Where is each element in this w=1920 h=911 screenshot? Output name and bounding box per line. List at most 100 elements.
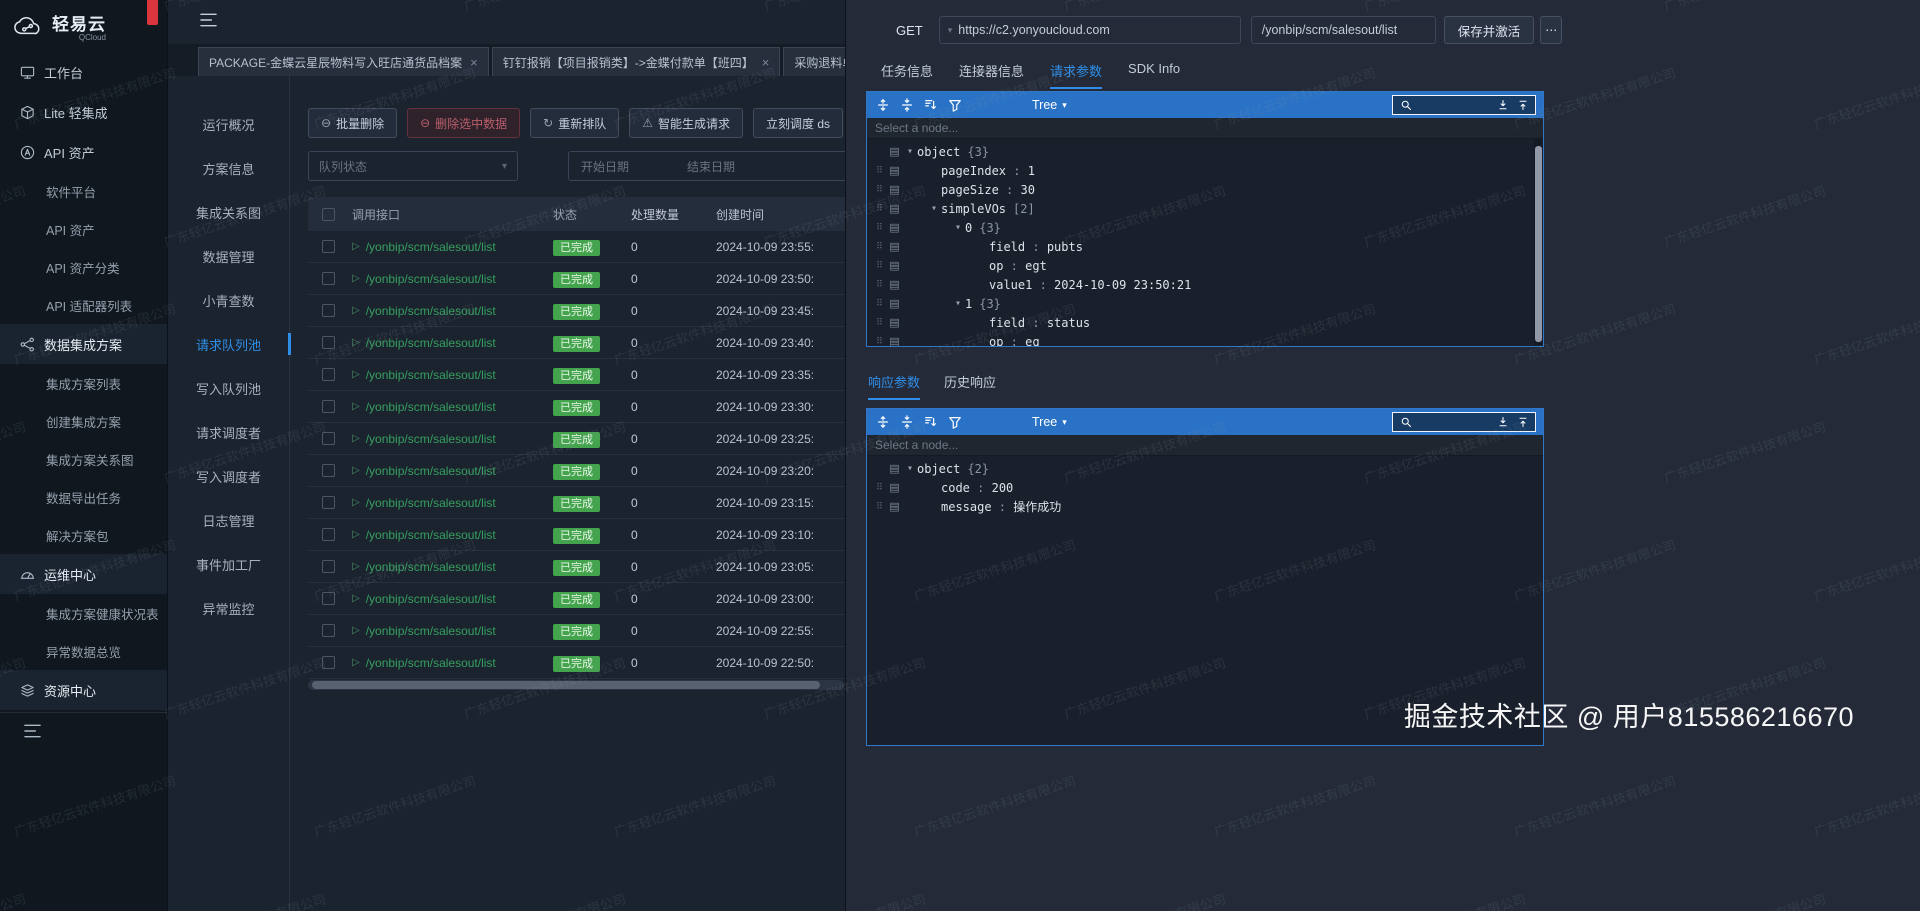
row-checkbox[interactable] [322, 624, 335, 637]
drag-handle-icon[interactable]: ⠿ [873, 166, 886, 176]
api-link[interactable]: /yonbip/scm/salesout/list [366, 496, 496, 510]
scheme-menu-item[interactable]: 写入队列池 [168, 366, 289, 410]
collapse-arrow-icon[interactable]: ▾ [927, 203, 941, 214]
row-checkbox[interactable] [322, 432, 335, 445]
sidebar-item[interactable]: API 资产 [0, 132, 167, 172]
scheme-menu-item[interactable]: 小青查数 [168, 278, 289, 322]
scheme-menu-item[interactable]: 异常监控 [168, 586, 289, 630]
expand-all-icon[interactable] [874, 414, 891, 431]
tree-node[interactable]: ⠿▤▾0{3} [867, 218, 1543, 237]
tree-node[interactable]: ⠿▤code : 200 [867, 478, 1543, 497]
tree-node[interactable]: ⠿▤message : 操作成功 [867, 497, 1543, 516]
select-all-checkbox[interactable] [322, 208, 335, 221]
node-menu-icon[interactable]: ▤ [886, 183, 903, 196]
sidebar-item[interactable]: Lite 轻集成 [0, 92, 167, 132]
detail-tab[interactable]: 连接器信息 [959, 61, 1024, 89]
path-input[interactable]: /yonbip/scm/salesout/list [1251, 16, 1436, 44]
collapse-all-icon[interactable] [898, 97, 915, 114]
mode-select[interactable]: Tree ▾ [1032, 98, 1067, 112]
row-checkbox[interactable] [322, 464, 335, 477]
row-checkbox[interactable] [322, 656, 335, 669]
api-link[interactable]: /yonbip/scm/salesout/list [366, 400, 496, 414]
document-tab[interactable]: 采购退料单回传 [783, 47, 845, 76]
node-value[interactable]: 操作成功 [1013, 498, 1061, 515]
tree-node[interactable]: ⠿▤value1 : 2024-10-09 23:50:21 [867, 275, 1543, 294]
tree-node[interactable]: ⠿▤field : pubts [867, 237, 1543, 256]
queue-status-select[interactable]: 队列状态 ▾ [308, 151, 518, 181]
sidebar-item[interactable]: 集成方案健康状况表 [0, 594, 167, 632]
response-tab[interactable]: 响应参数 [868, 372, 920, 400]
collapse-arrow-icon[interactable]: ▾ [903, 463, 917, 474]
tree-node[interactable]: ⠿▤field : status [867, 313, 1543, 332]
sidebar-item[interactable]: 资源中心 [0, 670, 167, 710]
toolbar-button[interactable]: ⊖删除选中数据 [407, 108, 520, 138]
row-checkbox[interactable] [322, 368, 335, 381]
api-link[interactable]: /yonbip/scm/salesout/list [366, 240, 496, 254]
sidebar-item[interactable]: 创建集成方案 [0, 402, 167, 440]
api-link[interactable]: /yonbip/scm/salesout/list [366, 560, 496, 574]
node-value[interactable]: 200 [992, 481, 1014, 495]
api-link[interactable]: /yonbip/scm/salesout/list [366, 304, 496, 318]
sort-icon[interactable] [922, 414, 939, 431]
node-menu-icon[interactable]: ▤ [886, 481, 903, 494]
node-menu-icon[interactable]: ▤ [886, 164, 903, 177]
node-menu-icon[interactable]: ▤ [886, 462, 903, 475]
row-checkbox[interactable] [322, 240, 335, 253]
scheme-menu-item[interactable]: 请求调度者 [168, 410, 289, 454]
node-value[interactable]: egt [1025, 259, 1047, 273]
scheme-menu-item[interactable]: 事件加工厂 [168, 542, 289, 586]
menu-toggle-icon[interactable] [24, 724, 41, 743]
search-input[interactable] [1417, 98, 1491, 112]
scrollbar-thumb[interactable] [312, 681, 820, 689]
node-menu-icon[interactable]: ▤ [886, 221, 903, 234]
row-checkbox[interactable] [322, 336, 335, 349]
drag-handle-icon[interactable]: ⠿ [873, 299, 886, 309]
drag-handle-icon[interactable]: ⠿ [873, 223, 886, 233]
api-link[interactable]: /yonbip/scm/salesout/list [366, 336, 496, 350]
node-value[interactable]: 1 [1028, 164, 1035, 178]
node-menu-icon[interactable]: ▤ [886, 316, 903, 329]
document-tab[interactable]: PACKAGE-金蝶云星辰物料写入旺店通货品档案× [198, 47, 489, 76]
tree-node[interactable]: ⠿▤▾simpleVOs[2] [867, 199, 1543, 218]
tree-node[interactable]: ⠿▤op : eq [867, 332, 1543, 346]
node-value[interactable]: status [1047, 316, 1090, 330]
api-link[interactable]: /yonbip/scm/salesout/list [366, 464, 496, 478]
sidebar-item[interactable]: 运维中心 [0, 554, 167, 594]
expand-all-icon[interactable] [874, 97, 891, 114]
sidebar-item[interactable]: 工作台 [0, 52, 167, 92]
sidebar-item[interactable]: 解决方案包 [0, 516, 167, 554]
drag-handle-icon[interactable]: ⠿ [873, 242, 886, 252]
editor-scroll-thumb[interactable] [1535, 146, 1542, 342]
close-icon[interactable]: × [470, 55, 478, 70]
sidebar-item[interactable]: 软件平台 [0, 172, 167, 210]
row-checkbox[interactable] [322, 592, 335, 605]
search-prev-icon[interactable] [1514, 97, 1531, 114]
node-menu-icon[interactable]: ▤ [886, 278, 903, 291]
sidebar-item[interactable]: API 适配器列表 [0, 286, 167, 324]
response-tab[interactable]: 历史响应 [944, 372, 996, 400]
scheme-menu-item[interactable]: 方案信息 [168, 146, 289, 190]
drag-handle-icon[interactable]: ⠿ [873, 261, 886, 271]
api-link[interactable]: /yonbip/scm/salesout/list [366, 272, 496, 286]
toolbar-button[interactable]: ⚠智能生成请求 [629, 108, 743, 138]
detail-tab[interactable]: 任务信息 [881, 61, 933, 89]
search-prev-icon[interactable] [1514, 414, 1531, 431]
date-range-picker[interactable]: 开始日期 结束日期 [568, 151, 845, 181]
node-menu-icon[interactable]: ▤ [886, 335, 903, 346]
scheme-menu-item[interactable]: 集成关系图 [168, 190, 289, 234]
close-icon[interactable]: × [762, 55, 770, 70]
node-value[interactable]: 2024-10-09 23:50:21 [1054, 278, 1191, 292]
tree-node[interactable]: ⠿▤pageSize : 30 [867, 180, 1543, 199]
scheme-menu-item[interactable]: 日志管理 [168, 498, 289, 542]
api-link[interactable]: /yonbip/scm/salesout/list [366, 656, 496, 670]
node-menu-icon[interactable]: ▤ [886, 202, 903, 215]
base-url-select[interactable]: ▾ https://c2.yonyoucloud.com [939, 16, 1241, 44]
row-checkbox[interactable] [322, 496, 335, 509]
node-menu-icon[interactable]: ▤ [886, 259, 903, 272]
sidebar-item[interactable]: 集成方案列表 [0, 364, 167, 402]
sidebar-item[interactable]: 数据导出任务 [0, 478, 167, 516]
collapse-arrow-icon[interactable]: ▾ [951, 298, 965, 309]
api-link[interactable]: /yonbip/scm/salesout/list [366, 592, 496, 606]
tree-node[interactable]: ⠿▤▾object{3} [867, 142, 1543, 161]
drag-handle-icon[interactable]: ⠿ [873, 204, 886, 214]
